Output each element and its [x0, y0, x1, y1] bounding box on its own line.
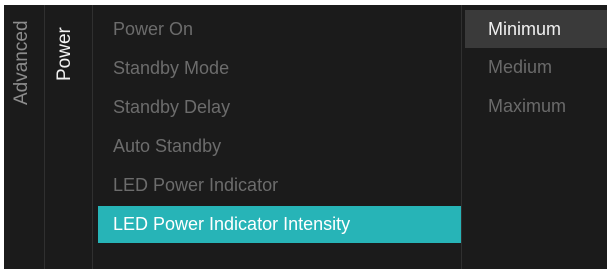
menu-item-led-power-indicator-intensity[interactable]: LED Power Indicator Intensity: [98, 206, 461, 243]
intensity-options: Minimum Medium Maximum: [465, 10, 607, 126]
option-minimum[interactable]: Minimum: [465, 10, 607, 48]
tv-settings-screen: Advanced Power Power On Standby Mode Sta…: [4, 5, 607, 269]
menu-item-led-power-indicator[interactable]: LED Power Indicator: [98, 166, 461, 205]
option-maximum[interactable]: Maximum: [465, 87, 607, 126]
options-divider: [461, 5, 462, 269]
menu-item-power-on[interactable]: Power On: [98, 10, 461, 49]
menu-item-auto-standby[interactable]: Auto Standby: [98, 127, 461, 166]
menu-divider: [92, 5, 93, 269]
power-menu: Power On Standby Mode Standby Delay Auto…: [98, 10, 461, 243]
breadcrumb-divider: [44, 5, 45, 269]
menu-item-standby-delay[interactable]: Standby Delay: [98, 88, 461, 127]
menu-item-standby-mode[interactable]: Standby Mode: [98, 49, 461, 88]
option-medium[interactable]: Medium: [465, 48, 607, 87]
breadcrumb-advanced[interactable]: Advanced: [11, 20, 33, 105]
breadcrumb-power[interactable]: Power: [54, 27, 76, 81]
